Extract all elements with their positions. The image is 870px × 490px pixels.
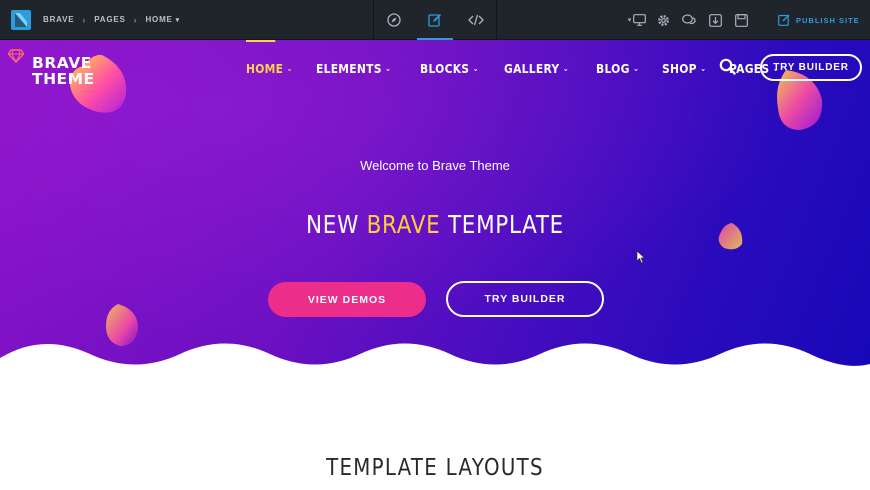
nav-item-gallery[interactable]: GALLERY ⌄ <box>504 54 569 82</box>
site-logo-line1: BRAVE <box>32 54 92 72</box>
try-builder-header-button[interactable]: TRY BUILDER <box>760 54 862 81</box>
breadcrumb-separator-icon: › <box>82 14 87 25</box>
caret-down-icon: ▾ <box>627 17 632 24</box>
caret-down-icon[interactable]: ▾ <box>176 16 180 24</box>
editor-toolbar: BRAVE › PAGES › HOME ▾ ▾ PUBLISH SITE <box>0 0 870 40</box>
settings-button[interactable] <box>650 0 676 40</box>
comments-icon <box>682 13 696 24</box>
hero-wave-divider <box>0 343 870 380</box>
hero-section: BRAVE THEME HOME ⌄ ELEMENTS ⌄ BLOCKS ⌄ GALL… <box>0 40 870 380</box>
chevron-down-icon: ⌄ <box>286 63 293 73</box>
code-icon <box>467 14 484 26</box>
save-button[interactable] <box>728 0 754 40</box>
nav-item-home[interactable]: HOME ⌄ <box>246 40 293 82</box>
nav-item-label: ELEMENTS <box>316 60 383 76</box>
try-builder-button[interactable]: TRY BUILDER <box>446 281 604 317</box>
site-logo-text: BRAVE THEME <box>32 55 95 87</box>
breadcrumb-item[interactable]: PAGES <box>94 15 125 24</box>
edit-icon <box>428 14 441 27</box>
nav-item-elements[interactable]: ELEMENTS ⌄ <box>316 54 391 82</box>
navigator-mode-button[interactable] <box>374 0 415 40</box>
hero-headline: NEW BRAVE TEMPLATE <box>61 210 809 239</box>
editor-mode-switcher <box>373 0 497 40</box>
breadcrumb-item[interactable]: HOME <box>145 15 172 24</box>
nav-item-label: GALLERY <box>504 60 560 76</box>
chevron-down-icon: ⌄ <box>632 63 639 73</box>
publish-site-label: PUBLISH SITE <box>796 15 860 25</box>
nav-item-label: BLOG <box>595 60 630 76</box>
nav-item-shop[interactable]: SHOP ⌄ <box>662 54 706 82</box>
breadcrumb-separator-icon: › <box>133 14 138 25</box>
breadcrumb-item[interactable]: BRAVE <box>43 15 74 24</box>
headline-prefix: NEW <box>306 210 367 239</box>
headline-suffix: TEMPLATE <box>440 210 564 239</box>
breadcrumb: BRAVE › PAGES › HOME ▾ <box>43 15 180 25</box>
external-edit-icon <box>778 14 790 26</box>
download-icon <box>708 13 722 27</box>
site-logo-line2: THEME <box>32 70 95 88</box>
headline-accent: BRAVE <box>366 210 441 239</box>
chevron-down-icon: ⌄ <box>472 63 479 73</box>
section-title: TEMPLATE LAYOUTS <box>326 455 544 481</box>
code-mode-button[interactable] <box>455 0 496 40</box>
nav-item-label: HOME <box>246 60 284 76</box>
search-button[interactable] <box>719 58 736 80</box>
chevron-down-icon: ⌄ <box>562 63 570 73</box>
hero-welcome-text: Welcome to Brave Theme <box>360 158 510 173</box>
nav-item-blocks[interactable]: BLOCKS ⌄ <box>420 54 479 82</box>
nav-item-label: SHOP <box>661 60 697 76</box>
search-icon <box>719 58 736 75</box>
nav-item-blog[interactable]: BLOG ⌄ <box>596 54 639 82</box>
device-preview-button[interactable]: ▾ <box>624 0 650 40</box>
mouse-cursor-icon <box>636 250 646 264</box>
import-button[interactable] <box>702 0 728 40</box>
app-logo-icon[interactable] <box>11 9 31 30</box>
chevron-down-icon: ⌄ <box>699 63 707 73</box>
gear-icon <box>657 14 669 26</box>
view-demos-button[interactable]: VIEW DEMOS <box>268 282 426 317</box>
compass-icon <box>387 13 401 27</box>
save-icon <box>734 13 748 27</box>
desktop-icon <box>633 14 647 26</box>
publish-site-button[interactable]: PUBLISH SITE <box>778 0 860 40</box>
site-logo[interactable]: BRAVE THEME <box>8 49 95 87</box>
comments-button[interactable] <box>676 0 702 40</box>
editor-tools: ▾ <box>624 0 754 40</box>
edit-mode-button[interactable] <box>415 0 456 40</box>
diamond-icon <box>8 49 24 63</box>
nav-item-label: BLOCKS <box>419 60 470 76</box>
chevron-down-icon: ⌄ <box>385 63 392 73</box>
